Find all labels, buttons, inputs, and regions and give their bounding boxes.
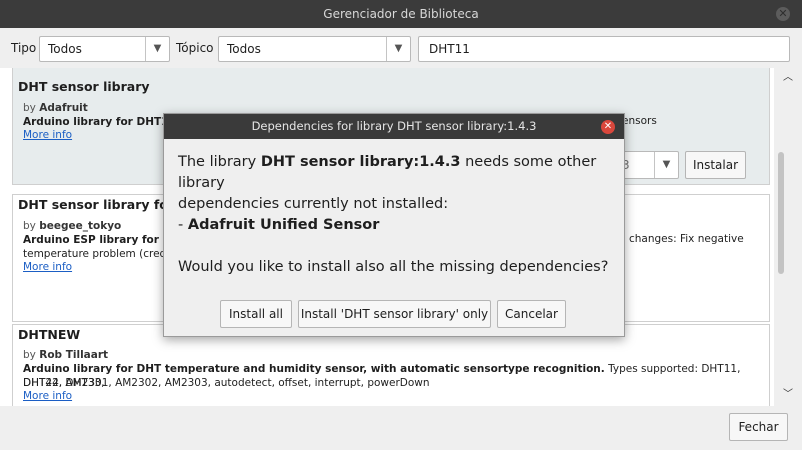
more-info-link[interactable]: More info xyxy=(23,129,72,141)
install-only-button[interactable]: Install 'DHT sensor library' only xyxy=(298,300,491,328)
close-button[interactable]: Fechar xyxy=(729,413,788,441)
chevron-down-icon: ▼ xyxy=(654,152,678,178)
dialog-question: Would you like to install also all the m… xyxy=(178,259,609,275)
library-name: DHT sensor library xyxy=(18,79,150,94)
tipo-select-value: Todos xyxy=(48,42,82,56)
topico-select[interactable]: Todos ▼ xyxy=(218,36,411,62)
window-titlebar: Gerenciador de Biblioteca ✕ xyxy=(0,0,802,28)
library-description-tail: ensors xyxy=(622,115,657,127)
library-author: by beegee_tokyo xyxy=(23,220,122,232)
close-circle-icon[interactable]: ✕ xyxy=(601,120,615,134)
dialog-title: Dependencies for library DHT sensor libr… xyxy=(164,114,624,139)
library-author: by Adafruit xyxy=(23,102,88,114)
scrollbar-thumb[interactable] xyxy=(778,152,784,274)
topico-select-value: Todos xyxy=(227,42,261,56)
window-title: Gerenciador de Biblioteca xyxy=(323,7,479,21)
chevron-down-icon[interactable]: ﹀ xyxy=(781,388,795,402)
close-icon[interactable]: ✕ xyxy=(776,7,790,21)
footer-bar: Fechar xyxy=(0,406,802,450)
tipo-label: Tipo xyxy=(11,41,37,55)
search-input[interactable]: DHT11 xyxy=(418,36,790,62)
more-info-link[interactable]: More info xyxy=(23,390,72,402)
install-all-button[interactable]: Install all xyxy=(220,300,292,328)
dialog-dependency: - Adafruit Unified Sensor xyxy=(178,217,380,233)
cancel-button[interactable]: Cancelar xyxy=(497,300,566,328)
library-description-line2: DHT44, AM2301, AM2302, AM2303, autodetec… xyxy=(23,377,430,389)
tipo-select[interactable]: Todos ▼ xyxy=(39,36,170,62)
library-description-tail: changes: Fix negative xyxy=(629,233,744,245)
chevron-up-icon[interactable]: ︿ xyxy=(781,71,795,85)
chevron-down-icon: ▼ xyxy=(386,37,410,61)
search-input-value: DHT11 xyxy=(429,42,470,56)
dialog-message: The library DHT sensor library:1.4.3 nee… xyxy=(178,154,597,212)
chevron-down-icon: ▼ xyxy=(145,37,169,61)
topico-label: Tópico xyxy=(176,41,214,55)
list-scrollbar[interactable]: ︿ ﹀ xyxy=(774,68,802,406)
library-name: DHTNEW xyxy=(18,327,81,342)
dependencies-dialog: Dependencies for library DHT sensor libr… xyxy=(163,113,625,337)
more-info-link[interactable]: More info xyxy=(23,261,72,273)
library-author: by Rob Tillaart xyxy=(23,349,109,361)
install-button[interactable]: Instalar xyxy=(685,151,746,179)
filter-bar: Tipo Todos ▼ Tópico Todos ▼ DHT11 xyxy=(0,28,802,68)
